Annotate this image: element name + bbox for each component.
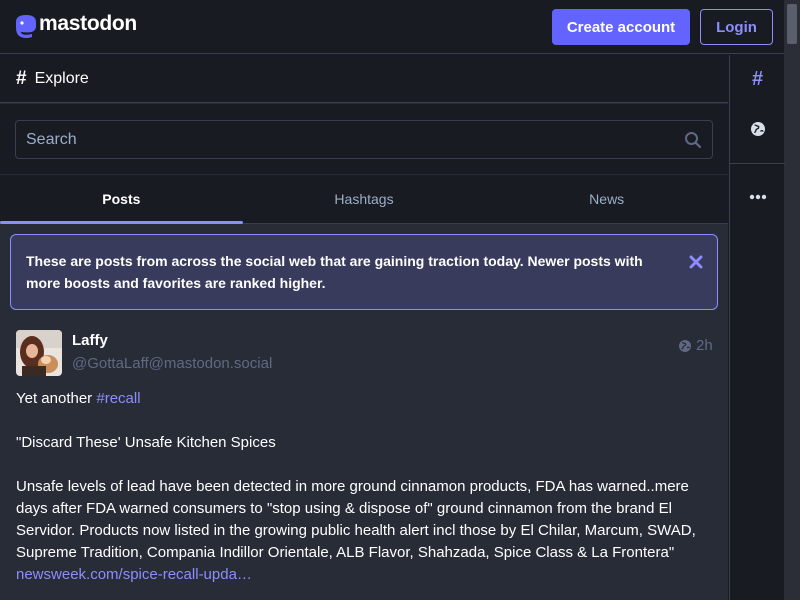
- mastodon-logo-icon: [16, 15, 36, 38]
- globe-icon: [679, 339, 691, 352]
- create-account-button[interactable]: Create account: [552, 9, 690, 45]
- tab-news[interactable]: News: [485, 175, 728, 223]
- logo-text: mastodon: [39, 12, 137, 35]
- hashtag-icon: #: [16, 67, 27, 89]
- status-post[interactable]: Laffy @GottaLaff@mastodon.social 2h Yet …: [0, 320, 728, 600]
- post-timestamp[interactable]: 2h: [678, 337, 713, 354]
- close-icon[interactable]: [689, 255, 703, 269]
- sidebar-item-live-feeds[interactable]: [730, 117, 785, 141]
- notice-text: These are posts from across the social w…: [26, 253, 643, 291]
- search-input[interactable]: [15, 120, 713, 159]
- post-time-text: 2h: [696, 337, 713, 354]
- hashtag-icon: #: [751, 67, 764, 90]
- sidebar-item-more[interactable]: [730, 185, 785, 209]
- post-content: Yet another #recall "Discard These' Unsa…: [16, 388, 716, 586]
- sidebar-divider: [730, 163, 785, 164]
- tab-hashtags[interactable]: Hashtags: [243, 175, 486, 223]
- tab-posts[interactable]: Posts: [0, 175, 243, 224]
- post-line: Yet another #recall: [16, 388, 716, 410]
- sidebar-item-explore[interactable]: #: [730, 67, 785, 91]
- column-header: # Explore: [0, 55, 728, 103]
- login-button[interactable]: Login: [700, 9, 773, 45]
- hashtag-link[interactable]: #recall: [96, 390, 140, 407]
- post-link[interactable]: newsweek.com/spice-recall-upda…: [16, 564, 716, 586]
- avatar-image: [16, 330, 62, 376]
- post-line: "Discard These' Unsafe Kitchen Spices: [16, 434, 276, 451]
- search-area: [0, 104, 728, 174]
- account-handle[interactable]: @GottaLaff@mastodon.social: [72, 355, 272, 372]
- post-line: Unsafe levels of lead have been detected…: [16, 476, 716, 586]
- ellipsis-icon: [749, 194, 766, 200]
- post-text: Unsafe levels of lead have been detected…: [16, 478, 696, 561]
- globe-icon: [750, 122, 765, 136]
- explore-column: # Explore Posts Hashtags News These are …: [0, 55, 728, 600]
- trending-notice: These are posts from across the social w…: [10, 234, 718, 310]
- navigation-panel: #: [729, 55, 785, 600]
- post-text: Yet another: [16, 390, 97, 407]
- explore-tabs: Posts Hashtags News: [0, 175, 728, 224]
- avatar[interactable]: [16, 330, 62, 376]
- top-bar: mastodon Create account Login: [0, 0, 784, 54]
- page-scrollbar[interactable]: [784, 0, 800, 600]
- scrollbar-thumb[interactable]: [787, 4, 797, 44]
- display-name[interactable]: Laffy: [72, 332, 108, 349]
- page-title: Explore: [34, 69, 89, 87]
- search-icon[interactable]: [684, 131, 702, 149]
